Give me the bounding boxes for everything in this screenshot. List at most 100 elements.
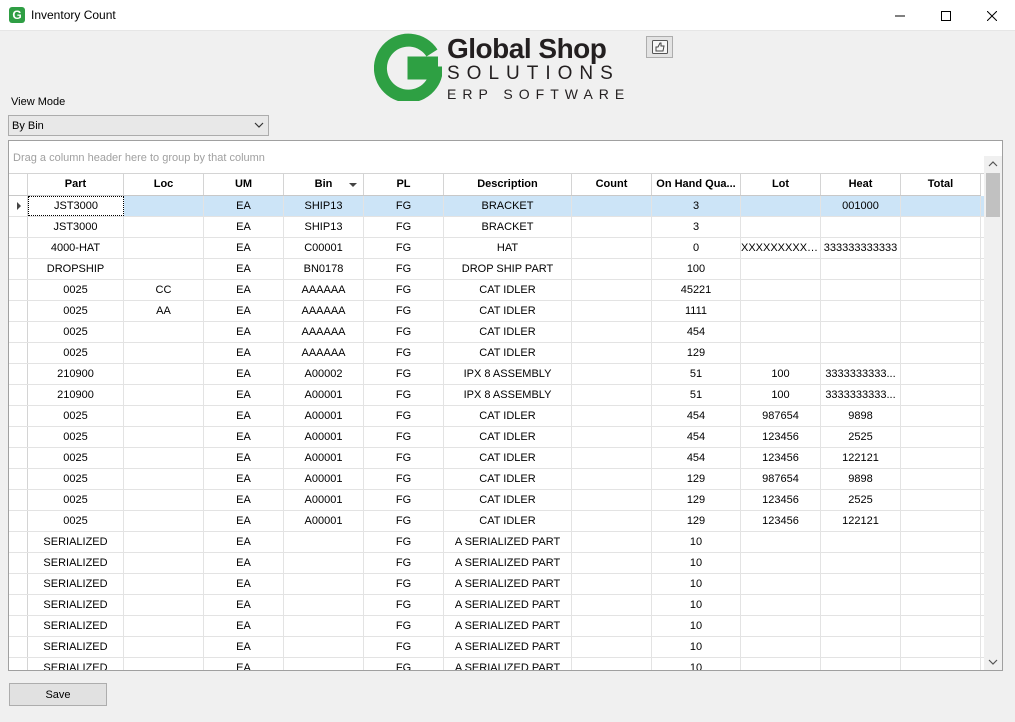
- cell-loc[interactable]: [124, 658, 204, 670]
- cell-um[interactable]: EA: [204, 406, 284, 426]
- cell-count[interactable]: [572, 595, 652, 615]
- cell-description[interactable]: A SERIALIZED PART: [444, 637, 572, 657]
- cell-part[interactable]: 210900: [28, 364, 124, 384]
- cell-heat[interactable]: 3333333333...: [821, 364, 901, 384]
- table-row[interactable]: 0025 CC EA AAAAAA FG CAT IDLER 45221: [9, 280, 984, 301]
- cell-um[interactable]: EA: [204, 469, 284, 489]
- cell-lot[interactable]: [741, 532, 821, 552]
- cell-bin[interactable]: A00002: [284, 364, 364, 384]
- cell-count[interactable]: [572, 280, 652, 300]
- cell-description[interactable]: A SERIALIZED PART: [444, 532, 572, 552]
- cell-on-hand-qua[interactable]: 45221: [652, 280, 741, 300]
- table-row[interactable]: 0025 EA A00001 FG CAT IDLER 454 123456 2525: [9, 427, 984, 448]
- cell-loc[interactable]: [124, 427, 204, 447]
- cell-loc[interactable]: [124, 448, 204, 468]
- cell-heat[interactable]: [821, 301, 901, 321]
- cell-pl[interactable]: FG: [364, 490, 444, 510]
- cell-bin[interactable]: BN0178: [284, 259, 364, 279]
- cell-total[interactable]: [901, 553, 981, 573]
- cell-part[interactable]: 0025: [28, 301, 124, 321]
- cell-pl[interactable]: FG: [364, 217, 444, 237]
- cell-description[interactable]: CAT IDLER: [444, 280, 572, 300]
- cell-total[interactable]: [901, 616, 981, 636]
- row-indicator[interactable]: [9, 511, 28, 531]
- cell-heat[interactable]: [821, 616, 901, 636]
- cell-um[interactable]: EA: [204, 532, 284, 552]
- cell-lot[interactable]: XXXXXXXXXXXX: [741, 238, 821, 258]
- row-indicator[interactable]: [9, 364, 28, 384]
- cell-pl[interactable]: FG: [364, 658, 444, 670]
- cell-loc[interactable]: [124, 217, 204, 237]
- cell-description[interactable]: A SERIALIZED PART: [444, 658, 572, 670]
- cell-on-hand-qua[interactable]: 3: [652, 196, 741, 216]
- cell-um[interactable]: EA: [204, 238, 284, 258]
- cell-description[interactable]: CAT IDLER: [444, 448, 572, 468]
- cell-heat[interactable]: 122121: [821, 448, 901, 468]
- table-row[interactable]: SERIALIZED EA FG A SERIALIZED PART 10: [9, 574, 984, 595]
- cell-count[interactable]: [572, 469, 652, 489]
- cell-loc[interactable]: [124, 469, 204, 489]
- cell-pl[interactable]: FG: [364, 616, 444, 636]
- cell-part[interactable]: SERIALIZED: [28, 658, 124, 670]
- cell-loc[interactable]: [124, 637, 204, 657]
- cell-heat[interactable]: 9898: [821, 406, 901, 426]
- row-indicator[interactable]: [9, 490, 28, 510]
- cell-heat[interactable]: [821, 637, 901, 657]
- cell-pl[interactable]: FG: [364, 427, 444, 447]
- cell-um[interactable]: EA: [204, 658, 284, 670]
- cell-count[interactable]: [572, 343, 652, 363]
- cell-lot[interactable]: [741, 196, 821, 216]
- row-indicator[interactable]: [9, 427, 28, 447]
- cell-pl[interactable]: FG: [364, 322, 444, 342]
- cell-loc[interactable]: [124, 553, 204, 573]
- cell-description[interactable]: IPX 8 ASSEMBLY: [444, 385, 572, 405]
- cell-total[interactable]: [901, 532, 981, 552]
- cell-bin[interactable]: SHIP13: [284, 217, 364, 237]
- table-row[interactable]: 210900 EA A00001 FG IPX 8 ASSEMBLY 51 100 33333…: [9, 385, 984, 406]
- view-mode-select[interactable]: By Bin: [8, 115, 269, 136]
- cell-pl[interactable]: FG: [364, 406, 444, 426]
- scroll-up-icon[interactable]: [988, 159, 998, 169]
- cell-part[interactable]: JST3000: [28, 217, 124, 237]
- cell-heat[interactable]: [821, 259, 901, 279]
- row-indicator[interactable]: [9, 658, 28, 670]
- cell-lot[interactable]: [741, 322, 821, 342]
- cell-on-hand-qua[interactable]: 129: [652, 469, 741, 489]
- cell-on-hand-qua[interactable]: 0: [652, 238, 741, 258]
- cell-pl[interactable]: FG: [364, 280, 444, 300]
- cell-description[interactable]: CAT IDLER: [444, 490, 572, 510]
- cell-on-hand-qua[interactable]: 454: [652, 406, 741, 426]
- sort-arrow-icon[interactable]: [349, 183, 357, 187]
- row-indicator[interactable]: [9, 469, 28, 489]
- cell-on-hand-qua[interactable]: 10: [652, 595, 741, 615]
- maximize-button[interactable]: [923, 0, 969, 31]
- cell-pl[interactable]: FG: [364, 238, 444, 258]
- cell-bin[interactable]: A00001: [284, 469, 364, 489]
- cell-part[interactable]: SERIALIZED: [28, 637, 124, 657]
- row-indicator[interactable]: [9, 385, 28, 405]
- cell-part[interactable]: 0025: [28, 322, 124, 342]
- cell-total[interactable]: [901, 658, 981, 670]
- cell-total[interactable]: [901, 196, 981, 216]
- cell-part[interactable]: SERIALIZED: [28, 574, 124, 594]
- cell-pl[interactable]: FG: [364, 511, 444, 531]
- cell-um[interactable]: EA: [204, 280, 284, 300]
- cell-count[interactable]: [572, 322, 652, 342]
- cell-loc[interactable]: [124, 259, 204, 279]
- cell-description[interactable]: CAT IDLER: [444, 511, 572, 531]
- cell-loc[interactable]: [124, 595, 204, 615]
- cell-lot[interactable]: [741, 343, 821, 363]
- cell-part[interactable]: 0025: [28, 280, 124, 300]
- cell-part[interactable]: 0025: [28, 511, 124, 531]
- row-indicator[interactable]: [9, 259, 28, 279]
- cell-on-hand-qua[interactable]: 129: [652, 511, 741, 531]
- cell-total[interactable]: [901, 322, 981, 342]
- cell-um[interactable]: EA: [204, 616, 284, 636]
- cell-pl[interactable]: FG: [364, 301, 444, 321]
- cell-heat[interactable]: [821, 553, 901, 573]
- cell-on-hand-qua[interactable]: 10: [652, 553, 741, 573]
- cell-um[interactable]: EA: [204, 427, 284, 447]
- cell-heat[interactable]: [821, 595, 901, 615]
- cell-bin[interactable]: A00001: [284, 448, 364, 468]
- cell-heat[interactable]: 122121: [821, 511, 901, 531]
